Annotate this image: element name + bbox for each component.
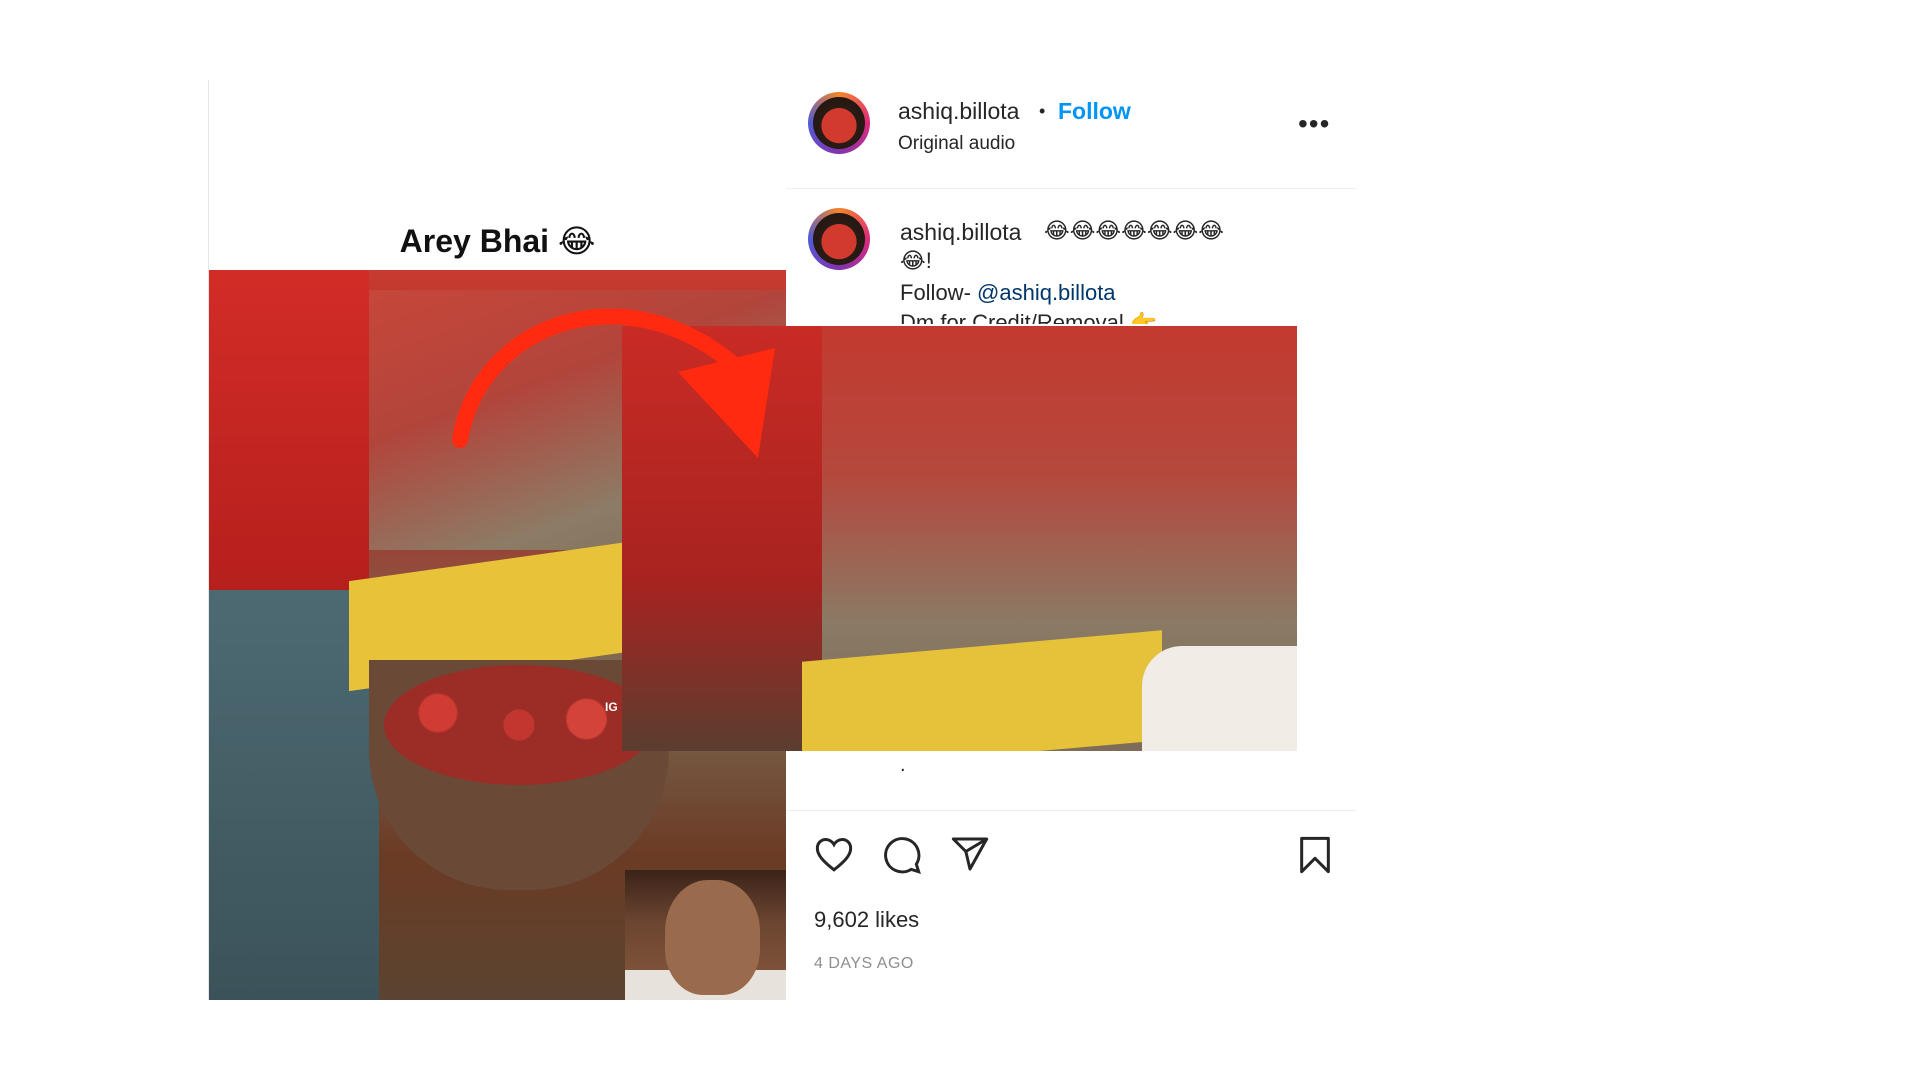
post-timestamp[interactable]: 4 DAYS AGO <box>814 955 914 973</box>
video-caption-text: Arey Bhai 😂 <box>399 223 596 259</box>
caption-dot: . <box>900 754 906 776</box>
likes-count[interactable]: 9,602 likes <box>814 907 919 933</box>
comment-icon[interactable] <box>882 835 922 880</box>
video-tomatoes <box>384 665 654 785</box>
share-icon[interactable] <box>950 835 990 878</box>
bookmark-icon[interactable] <box>1298 835 1332 880</box>
author-avatar[interactable] <box>808 92 870 154</box>
caption-username[interactable]: ashiq.billota <box>900 219 1021 246</box>
video-watermark: IG <box>605 700 618 714</box>
audio-label[interactable]: Original audio <box>898 133 1015 155</box>
heart-icon[interactable] <box>814 835 854 878</box>
follow-button[interactable]: Follow <box>1058 98 1131 125</box>
caption-follow-line: Follow- @ashiq.billota <box>900 280 1116 306</box>
reaction-face <box>665 880 760 995</box>
author-username[interactable]: ashiq.billota <box>898 98 1019 125</box>
reaction-face-overlay <box>625 870 786 1000</box>
zoom-white-bag <box>1142 646 1297 751</box>
caption-credit-line: Dm for Credit/Removal 👉 <box>900 310 1158 324</box>
curved-arrow-icon <box>452 308 775 458</box>
caption-emojis-line2: 😂! <box>900 248 932 273</box>
video-person-shirt <box>209 270 369 600</box>
caption-mention-link[interactable]: @ashiq.billota <box>977 280 1116 305</box>
caption-avatar[interactable] <box>808 208 870 270</box>
zoom-yellow-bag <box>802 630 1162 751</box>
caption-emojis-line1: 😂😂😂😂😂😂😂 <box>1044 218 1224 243</box>
post-actions: 9,602 likes 4 DAYS AGO <box>786 810 1356 1001</box>
header-separator: • <box>1039 101 1046 121</box>
post-header: ashiq.billota • Follow Original audio ••… <box>786 80 1356 189</box>
more-options-button[interactable]: ••• <box>1298 110 1338 138</box>
caption-follow-prefix: Follow- <box>900 280 978 305</box>
